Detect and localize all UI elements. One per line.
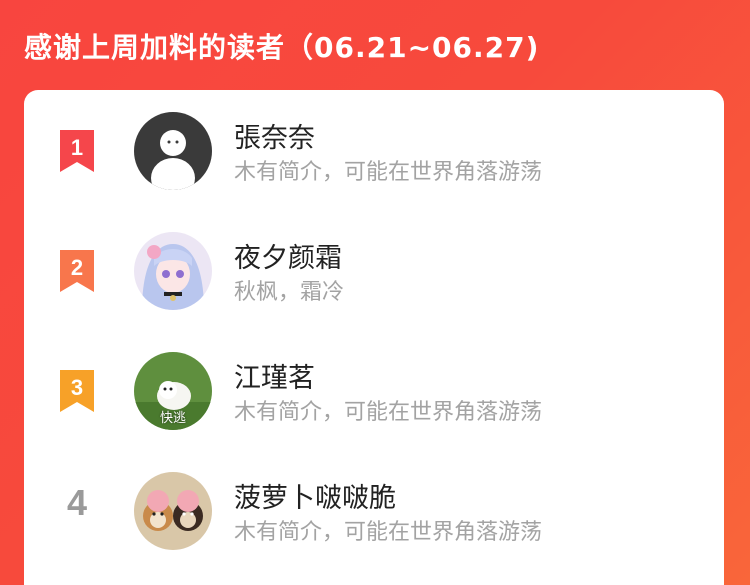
reader-ranking-card: 1 張奈奈 木有简介，可能在世界角落游荡 2 夜夕颜霜 秋枫，霜冷 3 快逃 江… <box>24 90 724 585</box>
anime-girl-avatar[interactable] <box>134 232 212 310</box>
reader-name[interactable]: 江瑾茗 <box>234 356 315 395</box>
reader-description: 木有简介，可能在世界角落游荡 <box>234 160 543 185</box>
page-title: 感谢上周加料的读者（06.21~06.27) <box>24 31 540 64</box>
reader-row[interactable]: 3 快逃 江瑾茗 木有简介，可能在世界角落游荡 <box>24 330 724 440</box>
rank-number-4: 4 <box>66 482 88 523</box>
rank-number: 1 <box>71 135 83 160</box>
white-dog-avatar[interactable]: 快逃 <box>134 352 212 430</box>
reader-description: 木有简介，可能在世界角落游荡 <box>234 520 543 545</box>
reader-name[interactable]: 菠萝卜啵啵脆 <box>234 476 396 515</box>
reader-description: 木有简介，可能在世界角落游荡 <box>234 400 543 425</box>
reader-row[interactable]: 1 張奈奈 木有简介，可能在世界角落游荡 <box>24 90 724 200</box>
avatar-caption: 快逃 <box>159 411 186 426</box>
reader-name[interactable]: 夜夕颜霜 <box>234 236 342 275</box>
reader-name[interactable]: 張奈奈 <box>234 116 315 155</box>
default-avatar-icon[interactable] <box>134 112 212 190</box>
rank-badge-1: 1 <box>56 128 98 174</box>
reader-row[interactable]: 2 夜夕颜霜 秋枫，霜冷 <box>24 210 724 320</box>
two-dogs-avatar[interactable] <box>134 472 212 550</box>
reader-row[interactable]: 4 菠萝卜啵啵脆 木有简介，可能在世界角落游荡 <box>24 450 724 560</box>
rank-badge-3: 3 <box>56 368 98 414</box>
rank-number: 3 <box>71 375 83 400</box>
reader-description: 秋枫，霜冷 <box>234 280 345 305</box>
rank-number: 2 <box>71 255 83 280</box>
rank-badge-2: 2 <box>56 248 98 294</box>
